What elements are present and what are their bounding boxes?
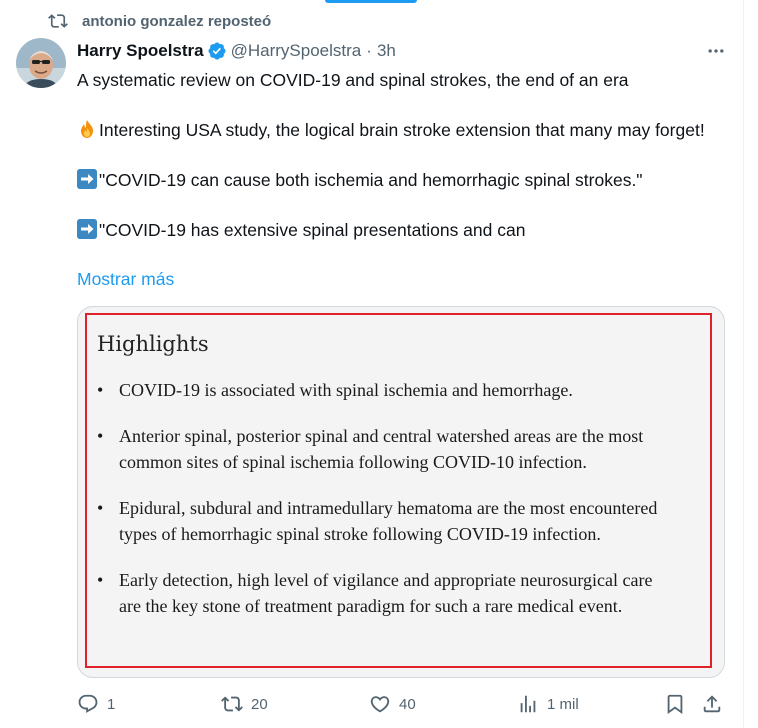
- ellipsis-icon: [708, 49, 724, 53]
- bookmark-button[interactable]: [664, 693, 686, 715]
- repost-icon: [48, 14, 68, 28]
- right-arrow-emoji-icon: [77, 219, 97, 239]
- repost-indicator[interactable]: antonio gonzalez reposteó: [48, 11, 271, 31]
- active-tab-indicator: [325, 0, 417, 3]
- share-button[interactable]: [701, 693, 723, 715]
- tweet-line-1-text: A systematic review on COVID-19 and spin…: [77, 70, 629, 90]
- bullet: •: [97, 426, 104, 446]
- separator-dot: ·: [366, 41, 372, 60]
- highlight-item-text: Epidural, subdural and intramedullary he…: [119, 498, 658, 544]
- tweet-line-2: Interesting USA study, the logical brain…: [77, 118, 727, 143]
- highlight-item: • Early detection, high level of vigilanc…: [97, 567, 667, 619]
- author-handle[interactable]: @HarrySpoelstra: [231, 40, 362, 62]
- repost-icon: [221, 696, 243, 712]
- like-button[interactable]: 40: [369, 693, 416, 715]
- highlight-item-text: Anterior spinal, posterior spinal and ce…: [119, 426, 644, 472]
- top-accent-bar: [0, 0, 743, 3]
- highlight-item-text: Early detection, high level of vigilance…: [119, 570, 653, 616]
- highlight-item: • Epidural, subdural and intramedullary h…: [97, 495, 667, 547]
- tweet-line-1: A systematic review on COVID-19 and spin…: [77, 68, 727, 93]
- avatar[interactable]: [16, 38, 66, 88]
- share-icon: [703, 695, 721, 713]
- avatar-photo: [16, 38, 66, 88]
- reply-button[interactable]: 1: [77, 693, 115, 715]
- highlights-title: Highlights: [97, 332, 209, 356]
- bookmark-icon: [667, 694, 683, 715]
- views-count: 1 mil: [547, 695, 579, 713]
- tweet-line-2-text: Interesting USA study, the logical brain…: [99, 120, 705, 140]
- highlight-item-text: COVID-19 is associated with spinal ische…: [119, 380, 573, 400]
- highlight-item: • COVID-19 is associated with spinal isch…: [97, 377, 667, 403]
- highlight-item: • Anterior spinal, posterior spinal and c…: [97, 423, 667, 475]
- like-count: 40: [399, 695, 416, 713]
- tweet-actions: 1 20 40 1 mil: [77, 693, 727, 719]
- tweet-header: Harry Spoelstra @HarrySpoelstra · 3h: [77, 40, 727, 62]
- reply-count: 1: [107, 695, 116, 713]
- bullet: •: [97, 570, 104, 590]
- show-more-link[interactable]: Mostrar más: [77, 268, 174, 290]
- right-arrow-emoji-icon: [77, 169, 97, 189]
- verified-badge-icon[interactable]: [207, 41, 227, 61]
- reply-icon: [78, 694, 98, 713]
- media-image[interactable]: Highlights • COVID-19 is associated with …: [77, 306, 725, 678]
- tweet-line-4-text: "COVID-19 has extensive spinal presentat…: [99, 220, 526, 240]
- views-chart-icon: [520, 695, 536, 713]
- views-button[interactable]: 1 mil: [517, 693, 579, 715]
- author-name[interactable]: Harry Spoelstra: [77, 40, 204, 62]
- repost-text[interactable]: antonio gonzalez reposteó: [82, 13, 271, 30]
- repost-count: 20: [251, 695, 268, 713]
- highlights-list: • COVID-19 is associated with spinal isch…: [97, 377, 667, 639]
- repost-button[interactable]: 20: [221, 693, 268, 715]
- highlights-box: Highlights • COVID-19 is associated with …: [85, 313, 712, 668]
- tweet-line-4: "COVID-19 has extensive spinal presentat…: [77, 218, 727, 243]
- column-divider: [743, 0, 744, 728]
- tweet-line-3-text: "COVID-19 can cause both ischemia and he…: [99, 170, 643, 190]
- heart-icon: [370, 696, 390, 713]
- more-options-button[interactable]: [705, 40, 727, 62]
- tweet-line-3: "COVID-19 can cause both ischemia and he…: [77, 168, 727, 193]
- bullet: •: [97, 380, 104, 400]
- fire-emoji-icon: [81, 120, 93, 138]
- bullet: •: [97, 498, 104, 518]
- tweet-text: A systematic review on COVID-19 and spin…: [77, 68, 727, 268]
- timestamp[interactable]: 3h: [377, 40, 396, 62]
